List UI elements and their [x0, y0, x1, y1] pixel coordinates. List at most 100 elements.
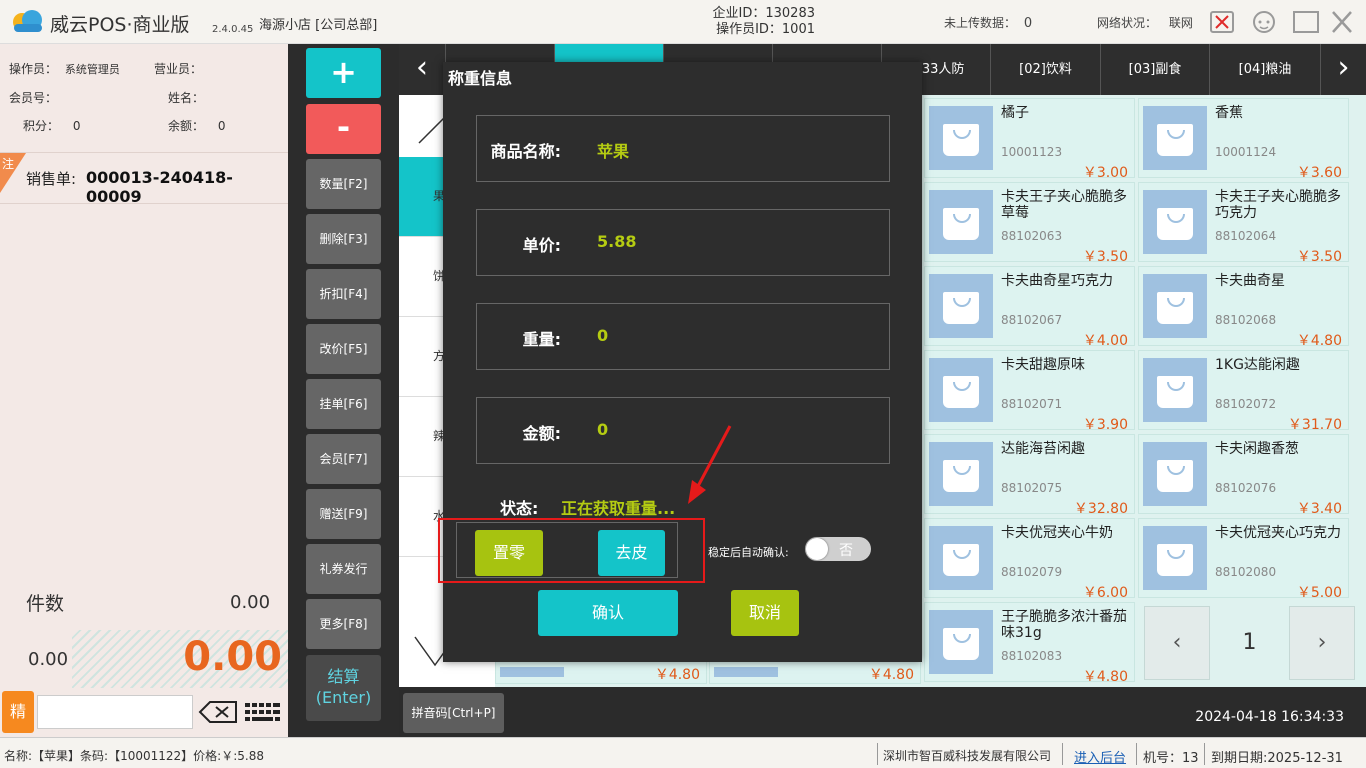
product-card[interactable]: 王子脆脆多浓汁番茄味31g 88102083 ￥4.80 [924, 602, 1135, 685]
product-name: 1KG达能闲趣 [1215, 357, 1300, 373]
field-value: 0 [597, 420, 609, 439]
function-button-column: + - 数量[F2] 删除[F3] 折扣[F4] 改价[F5] 挂单[F6] 会… [288, 44, 399, 737]
confirm-button[interactable]: 确认 [538, 590, 678, 636]
product-image [714, 667, 778, 677]
page-number: 1 [1242, 630, 1257, 655]
hold-order-button[interactable]: 挂单[F6] [306, 379, 381, 429]
tab-item-drinks[interactable]: [02]饮料 [990, 44, 1100, 95]
upload-status: 未上传数据： 0 [944, 14, 1032, 31]
maximize-icon[interactable] [1292, 9, 1320, 35]
cash-drawer-icon[interactable] [1208, 9, 1236, 35]
backend-link[interactable]: 进入后台 [1074, 747, 1126, 766]
keyboard-icon[interactable] [244, 700, 282, 724]
product-image [1143, 442, 1207, 506]
bag-icon [1157, 124, 1193, 156]
gift-button[interactable]: 赠送[F9] [306, 489, 381, 539]
quantity-button[interactable]: 数量[F2] [306, 159, 381, 209]
bag-icon [1157, 460, 1193, 492]
product-price: ￥4.80 [654, 667, 700, 683]
product-code: 88102079 [1001, 565, 1063, 579]
amount-small: 0.00 [28, 649, 69, 670]
product-image [1143, 190, 1207, 254]
product-price: ￥4.80 [1296, 333, 1342, 349]
delete-button[interactable]: 删除[F3] [306, 214, 381, 264]
product-code: 88102064 [1215, 229, 1277, 243]
product-card[interactable]: 卡夫闲趣香葱 88102076 ￥3.40 [1138, 434, 1349, 517]
tab-next-button[interactable]: › [1320, 44, 1366, 95]
product-price: ￥3.50 [1296, 249, 1342, 265]
add-quantity-button[interactable]: + [306, 48, 381, 98]
product-card[interactable]: 卡夫王子夹心脆脆多草莓 88102063 ￥3.50 [924, 182, 1135, 265]
product-card[interactable]: 橘子 10001123 ￥3.00 [924, 98, 1135, 181]
operator-value: 系统管理员 [64, 63, 120, 76]
selected-product-info: 名称:【苹果】条码:【10001122】价格:￥:5.88 [4, 749, 264, 763]
auto-confirm-toggle[interactable]: 否 [805, 537, 871, 561]
field-value: 0 [597, 326, 609, 345]
user-avatar-icon[interactable] [1250, 9, 1278, 35]
product-code: 88102083 [1001, 649, 1063, 663]
app-title: 威云POS·商业版 [50, 14, 190, 36]
product-card[interactable]: 卡夫王子夹心脆脆多巧克力 88102064 ￥3.50 [1138, 182, 1349, 265]
field-value: 5.88 [597, 232, 637, 251]
tab-item-grain-oil[interactable]: [04]粮油 [1209, 44, 1320, 95]
product-name: 卡夫王子夹心脆脆多巧克力 [1215, 189, 1341, 221]
tab-item-snacks[interactable]: [03]副食 [1100, 44, 1209, 95]
order-number: 000013-240418-00009 [86, 168, 233, 206]
status-bar: 名称:【苹果】条码:【10001122】价格:￥:5.88 深圳市智百威科技发展… [0, 737, 1366, 768]
product-card[interactable]: 卡夫优冠夹心巧克力 88102080 ￥5.00 [1138, 518, 1349, 601]
product-code: 10001124 [1215, 145, 1277, 159]
product-image [929, 274, 993, 338]
pinyin-search-button[interactable]: 拼音码[Ctrl+P] [403, 693, 504, 733]
product-card[interactable]: 卡夫优冠夹心牛奶 88102079 ￥6.00 [924, 518, 1135, 601]
change-price-button[interactable]: 改价[F5] [306, 324, 381, 374]
member-button[interactable]: 会员[F7] [306, 434, 381, 484]
bag-icon [943, 628, 979, 660]
precise-button[interactable]: 精 [2, 691, 34, 733]
member-label: 会员号： [9, 91, 58, 105]
voucher-issue-button[interactable]: 礼券发行 [306, 544, 381, 594]
title-bar: 威云POS·商业版 2.4.0.45 海源小店 [公司总部] 企业ID：1302… [0, 0, 1366, 44]
qty-label: 件数 [26, 593, 65, 615]
backspace-icon[interactable] [198, 700, 238, 724]
network-label: 网络状况： [1097, 16, 1158, 30]
discount-button[interactable]: 折扣[F4] [306, 269, 381, 319]
more-button[interactable]: 更多[F8] [306, 599, 381, 649]
field-label: 商品名称: [490, 142, 561, 161]
qty-value: 0.00 [230, 592, 271, 613]
product-code: 88102072 [1215, 397, 1277, 411]
product-code: 88102063 [1001, 229, 1063, 243]
page-next-button[interactable]: › [1289, 606, 1355, 680]
product-card[interactable]: 卡夫甜趣原味 88102071 ￥3.90 [924, 350, 1135, 433]
page-prev-button[interactable]: ‹ [1144, 606, 1210, 680]
cancel-button[interactable]: 取消 [731, 590, 799, 636]
product-price: ￥3.40 [1296, 501, 1342, 517]
points-value: 0 [72, 119, 81, 133]
close-icon[interactable] [1328, 9, 1356, 35]
store-name: 海源小店 [公司总部] [259, 18, 378, 33]
product-image [929, 106, 993, 170]
bag-icon [1157, 208, 1193, 240]
settle-button[interactable]: 结算 (Enter) [306, 655, 381, 721]
product-card[interactable]: 卡夫曲奇星 88102068 ￥4.80 [1138, 266, 1349, 349]
product-card[interactable]: 香蕉 10001124 ￥3.60 [1138, 98, 1349, 181]
product-name: 卡夫优冠夹心牛奶 [1001, 525, 1113, 541]
salesperson-label: 营业员： [154, 62, 203, 76]
product-price: ￥4.00 [1082, 333, 1128, 349]
current-datetime: 2024-04-18 16:34:33 [1195, 709, 1344, 725]
product-price: ￥3.90 [1082, 417, 1128, 433]
product-code: 88102075 [1001, 481, 1063, 495]
product-name: 卡夫优冠夹心巧克力 [1215, 525, 1341, 541]
bag-icon [943, 376, 979, 408]
product-card[interactable]: 达能海苔闲趣 88102075 ￥32.80 [924, 434, 1135, 517]
product-code: 88102068 [1215, 313, 1277, 327]
reduce-quantity-button[interactable]: - [306, 104, 381, 154]
tab-prev-button[interactable]: ‹ [399, 44, 445, 95]
product-card[interactable]: 1KG达能闲趣 88102072 ￥31.70 [1138, 350, 1349, 433]
product-price: ￥6.00 [1082, 585, 1128, 601]
barcode-input[interactable] [37, 695, 193, 729]
bag-icon [943, 460, 979, 492]
product-card[interactable]: 卡夫曲奇星巧克力 88102067 ￥4.00 [924, 266, 1135, 349]
toggle-state: 否 [839, 543, 853, 559]
upload-count: 0 [1023, 16, 1033, 31]
operator-id: 操作员ID：1001 [716, 22, 815, 37]
